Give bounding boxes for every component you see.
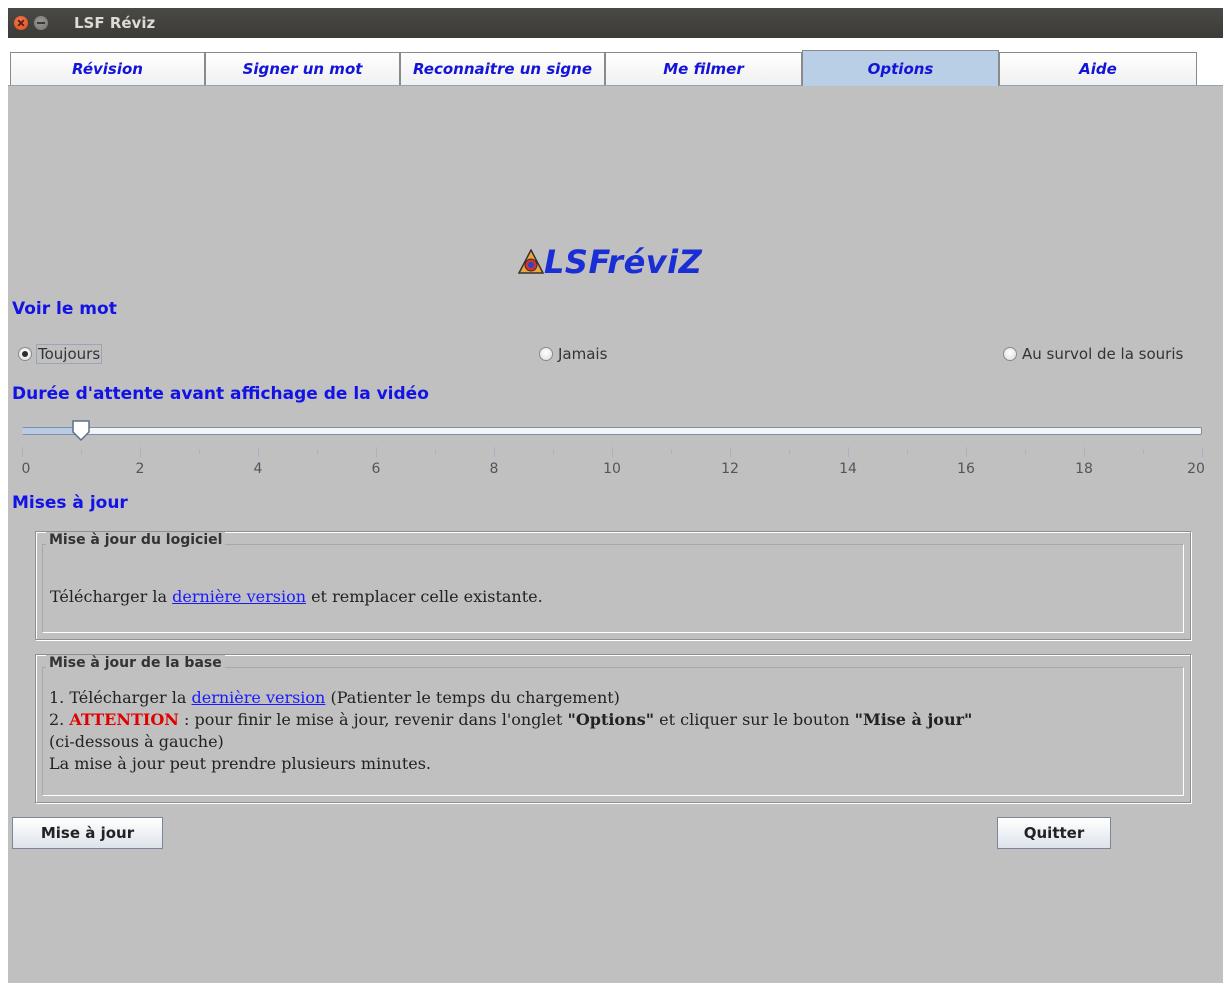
slider-tick xyxy=(730,447,731,457)
radio-toujours-label: Toujours xyxy=(35,344,103,364)
slider-tick xyxy=(1084,447,1085,457)
software-update-group: Mise à jour du logiciel Télécharger la d… xyxy=(35,531,1191,640)
slider-tick xyxy=(907,449,908,454)
slider-tick xyxy=(553,449,554,454)
slider-tick xyxy=(22,447,23,457)
tab-revision[interactable]: Révision xyxy=(10,52,205,85)
quit-button[interactable]: Quitter xyxy=(997,817,1111,849)
slider-tick xyxy=(966,447,967,457)
button-reference: "Mise à jour" xyxy=(854,710,973,729)
slider-tick xyxy=(435,449,436,454)
tab-options[interactable]: Options xyxy=(802,50,999,86)
mises-a-jour-title: Mises à jour xyxy=(12,493,128,513)
radio-unselected-icon[interactable] xyxy=(1003,347,1017,361)
radio-selected-icon[interactable] xyxy=(18,347,32,361)
tab-reconnaitre-un-signe[interactable]: Reconnaitre un signe xyxy=(400,52,605,85)
instruction-line-4: La mise à jour peut prendre plusieurs mi… xyxy=(49,754,432,773)
slider-tick-label: 6 xyxy=(371,461,381,477)
title-bar: LSF Réviz xyxy=(8,8,1223,38)
slider-tick-label: 0 xyxy=(21,461,31,477)
database-update-text: 1. Télécharger la dernière version (Pati… xyxy=(49,687,972,775)
text: Télécharger la xyxy=(50,587,173,606)
text: et cliquer sur le bouton xyxy=(654,710,855,729)
minimize-window-icon[interactable] xyxy=(34,16,48,30)
radio-unselected-icon[interactable] xyxy=(539,347,553,361)
voir-le-mot-title: Voir le mot xyxy=(12,299,117,319)
slider-tick-label: 4 xyxy=(253,461,263,477)
slider-tick xyxy=(1025,449,1026,454)
slider-tick-label: 14 xyxy=(839,461,857,477)
software-update-title: Mise à jour du logiciel xyxy=(46,532,226,548)
radio-au-survol-label: Au survol de la souris xyxy=(1022,345,1184,363)
database-update-title: Mise à jour de la base xyxy=(46,655,225,671)
slider-tick-label: 18 xyxy=(1075,461,1093,477)
slider-tick xyxy=(199,449,200,454)
slider-tick xyxy=(1202,447,1203,457)
radio-toujours[interactable]: Toujours xyxy=(18,344,103,364)
tab-bar: Révision Signer un mot Reconnaitre un si… xyxy=(8,38,1223,86)
database-update-group: Mise à jour de la base 1. Télécharger la… xyxy=(35,654,1191,803)
slider-tick-label: 2 xyxy=(135,461,145,477)
slider-tick xyxy=(612,447,613,457)
delay-slider-thumb[interactable] xyxy=(71,420,91,442)
close-window-icon[interactable] xyxy=(14,16,28,30)
instruction-line-3: (ci-dessous à gauche) xyxy=(49,732,224,751)
app-window: LSF Réviz Révision Signer un mot Reconna… xyxy=(8,8,1223,983)
slider-tick xyxy=(789,449,790,454)
slider-tick xyxy=(81,449,82,454)
attention-label: ATTENTION xyxy=(69,710,179,729)
text: et remplacer celle existante. xyxy=(306,587,543,606)
app-logo: LSFréviZ xyxy=(518,243,702,281)
slider-tick xyxy=(494,447,495,457)
slider-tick-label: 8 xyxy=(489,461,499,477)
radio-au-survol[interactable]: Au survol de la souris xyxy=(1003,345,1183,363)
slider-tick-label: 20 xyxy=(1187,461,1205,477)
slider-tick xyxy=(376,447,377,457)
slider-tick xyxy=(317,449,318,454)
slider-tick-label: 16 xyxy=(957,461,975,477)
slider-tick-label: 12 xyxy=(721,461,739,477)
tab-aide[interactable]: Aide xyxy=(999,52,1197,85)
software-download-link[interactable]: dernière version xyxy=(172,587,306,606)
tab-signer-un-mot[interactable]: Signer un mot xyxy=(205,52,400,85)
instruction-line-1: 1. Télécharger la dernière version (Pati… xyxy=(49,687,972,709)
update-button[interactable]: Mise à jour xyxy=(12,817,163,849)
slider-tick xyxy=(848,447,849,457)
software-update-text: Télécharger la dernière version et rempl… xyxy=(50,587,543,606)
text: 1. Télécharger la xyxy=(49,688,192,707)
delay-slider-track[interactable] xyxy=(22,427,1202,435)
tab-me-filmer[interactable]: Me filmer xyxy=(605,52,802,85)
slider-tick xyxy=(140,447,141,457)
instruction-line-2: 2. ATTENTION : pour finir le mise à jour… xyxy=(49,709,972,731)
window-title: LSF Réviz xyxy=(74,14,156,32)
slider-tick xyxy=(1143,449,1144,454)
text: (Patienter le temps du chargement) xyxy=(325,688,620,707)
triquetra-logo-icon xyxy=(518,249,544,274)
text: : pour finir le mise à jour, revenir dan… xyxy=(178,710,568,729)
logo-text: LSFréviZ xyxy=(544,243,703,281)
radio-jamais-label: Jamais xyxy=(558,345,608,363)
text: 2. xyxy=(49,710,70,729)
slider-tick xyxy=(671,449,672,454)
slider-tick xyxy=(258,447,259,457)
delay-title: Durée d'attente avant affichage de la vi… xyxy=(12,384,429,404)
options-panel: LSFréviZ Voir le mot Toujours Jamais Au … xyxy=(8,86,1223,983)
slider-tick-label: 10 xyxy=(603,461,621,477)
options-reference: "Options" xyxy=(567,710,655,729)
database-download-link[interactable]: dernière version xyxy=(191,688,325,707)
radio-jamais[interactable]: Jamais xyxy=(539,345,607,363)
